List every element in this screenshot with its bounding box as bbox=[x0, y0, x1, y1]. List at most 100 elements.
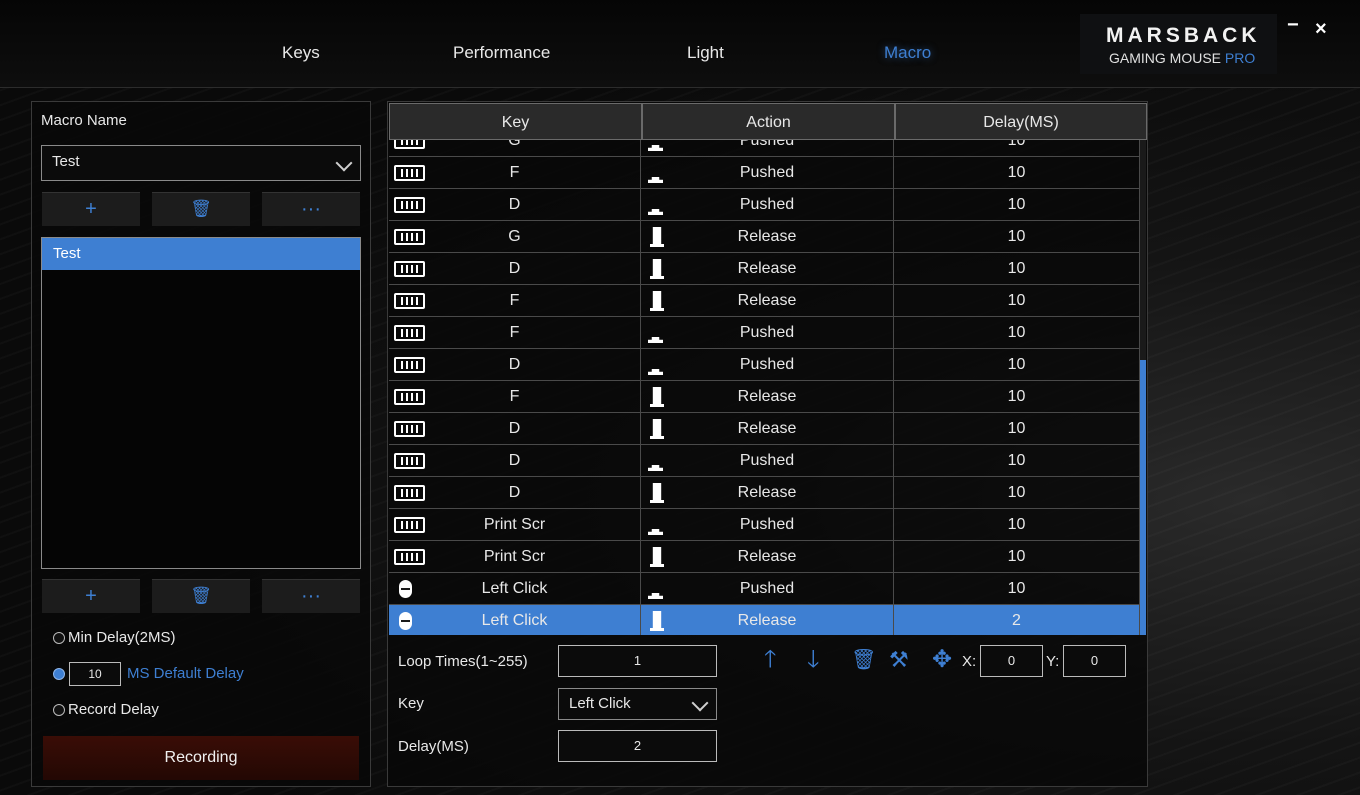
delay-cell: 10 bbox=[894, 317, 1140, 348]
action-cell: Release bbox=[641, 541, 894, 572]
delay-cell: 10 bbox=[894, 285, 1140, 316]
add-step-button[interactable]: + bbox=[42, 579, 140, 613]
tab-keys[interactable]: Keys bbox=[282, 43, 320, 63]
action-text: Release bbox=[737, 388, 797, 405]
key-cell: D bbox=[389, 477, 641, 508]
key-label: Key bbox=[398, 695, 424, 712]
scrollbar[interactable] bbox=[1140, 140, 1146, 635]
key-cell: Left Click bbox=[389, 605, 641, 635]
table-row[interactable]: G Release 10 bbox=[389, 221, 1140, 253]
table-row[interactable]: D Release 10 bbox=[389, 477, 1140, 509]
table-row[interactable]: D Pushed 10 bbox=[389, 189, 1140, 221]
key-pushed-icon bbox=[648, 465, 663, 471]
default-delay-input[interactable]: 10 bbox=[69, 662, 121, 686]
steps-list: G Pushed 10 F Pushed 10 D Pushed 10 G Release 10 D Re… bbox=[389, 140, 1140, 635]
x-input[interactable]: 0 bbox=[980, 645, 1043, 677]
keyboard-icon bbox=[394, 229, 425, 245]
tab-light[interactable]: Light bbox=[687, 43, 724, 63]
key-cell: F bbox=[389, 381, 641, 412]
table-row[interactable]: Left Click Pushed 10 bbox=[389, 573, 1140, 605]
delay-label: Delay(MS) bbox=[398, 738, 469, 755]
key-text: D bbox=[508, 484, 521, 501]
mouse-icon bbox=[399, 612, 412, 630]
key-cell: D bbox=[389, 349, 641, 380]
chevron-down-icon bbox=[691, 694, 709, 712]
delay-input[interactable]: 2 bbox=[558, 730, 717, 762]
action-text: Release bbox=[737, 548, 797, 565]
min-delay-radio[interactable] bbox=[53, 632, 65, 644]
key-pushed-icon bbox=[648, 369, 663, 375]
key-cell: F bbox=[389, 317, 641, 348]
move-up-icon[interactable]: 🡑 bbox=[764, 646, 776, 674]
action-cell: Pushed bbox=[641, 189, 894, 220]
move-down-icon[interactable]: 🡓 bbox=[807, 646, 819, 674]
y-input[interactable]: 0 bbox=[1063, 645, 1126, 677]
key-text: Left Click bbox=[481, 612, 548, 629]
loop-times-label: Loop Times(1~255) bbox=[398, 653, 528, 670]
key-select[interactable]: Left Click bbox=[558, 688, 717, 720]
record-delay-radio[interactable] bbox=[53, 704, 65, 716]
delay-cell: 10 bbox=[894, 445, 1140, 476]
key-text: F bbox=[509, 164, 520, 181]
scroll-thumb[interactable] bbox=[1140, 360, 1146, 635]
macro-name-label: Macro Name bbox=[41, 112, 127, 129]
table-row[interactable]: Print Scr Pushed 10 bbox=[389, 509, 1140, 541]
delay-cell: 10 bbox=[894, 413, 1140, 444]
key-select-value: Left Click bbox=[569, 695, 631, 712]
more-macro-button[interactable]: ··· bbox=[262, 192, 360, 226]
list-item[interactable]: Test bbox=[42, 238, 360, 270]
key-cell: D bbox=[389, 189, 641, 220]
delay-cell: 10 bbox=[894, 253, 1140, 284]
add-macro-button[interactable]: + bbox=[42, 192, 140, 226]
top-bar: Keys Performance Light Macro MARSBACK GA… bbox=[0, 0, 1360, 88]
tab-macro[interactable]: Macro bbox=[884, 43, 931, 63]
macro-list[interactable]: Test bbox=[41, 237, 361, 569]
delete-macro-button[interactable]: 🗑 bbox=[152, 192, 250, 226]
steps-table[interactable]: G Pushed 10 F Pushed 10 D Pushed 10 G Release 10 D Re… bbox=[389, 140, 1140, 635]
key-text: Print Scr bbox=[483, 548, 546, 565]
table-row[interactable]: D Pushed 10 bbox=[389, 349, 1140, 381]
key-cell: Left Click bbox=[389, 573, 641, 604]
loop-times-input[interactable]: 1 bbox=[558, 645, 717, 677]
macro-select[interactable]: Test bbox=[41, 145, 361, 181]
table-row[interactable]: F Pushed 10 bbox=[389, 317, 1140, 349]
more-step-button[interactable]: ··· bbox=[262, 579, 360, 613]
table-row[interactable]: G Pushed 10 bbox=[389, 140, 1140, 157]
clear-steps-icon[interactable]: ⚒ bbox=[889, 646, 909, 674]
key-text: D bbox=[508, 356, 521, 373]
action-cell: Pushed bbox=[641, 509, 894, 540]
delete-step-button[interactable]: 🗑 bbox=[152, 579, 250, 613]
recording-button[interactable]: Recording bbox=[43, 736, 359, 780]
table-header: Key Action Delay(MS) bbox=[389, 103, 1147, 140]
table-row[interactable]: D Release 10 bbox=[389, 253, 1140, 285]
action-text: Release bbox=[737, 484, 797, 501]
tab-performance[interactable]: Performance bbox=[453, 43, 550, 63]
action-cell: Pushed bbox=[641, 140, 894, 156]
key-text: D bbox=[508, 452, 521, 469]
delay-cell: 10 bbox=[894, 349, 1140, 380]
table-row[interactable]: F Release 10 bbox=[389, 285, 1140, 317]
delete-step-icon[interactable]: 🗑 bbox=[851, 646, 876, 674]
header-delay: Delay(MS) bbox=[895, 103, 1147, 140]
delay-cell: 10 bbox=[894, 221, 1140, 252]
table-row[interactable]: Left Click Release 2 bbox=[389, 605, 1140, 635]
key-text: G bbox=[508, 140, 521, 149]
key-text: Left Click bbox=[481, 580, 548, 597]
action-cell: Release bbox=[641, 381, 894, 412]
move-cursor-icon[interactable]: ✥ bbox=[932, 646, 952, 674]
key-cell: Print Scr bbox=[389, 541, 641, 572]
key-text: D bbox=[508, 420, 521, 437]
table-row[interactable]: D Pushed 10 bbox=[389, 445, 1140, 477]
action-cell: Release bbox=[641, 285, 894, 316]
table-row[interactable]: D Release 10 bbox=[389, 413, 1140, 445]
min-delay-label: Min Delay(2MS) bbox=[68, 629, 176, 646]
table-row[interactable]: Print Scr Release 10 bbox=[389, 541, 1140, 573]
action-text: Pushed bbox=[739, 324, 795, 341]
minimize-button[interactable]: − bbox=[1287, 14, 1299, 37]
close-button[interactable]: × bbox=[1315, 18, 1327, 41]
table-row[interactable]: F Release 10 bbox=[389, 381, 1140, 413]
table-row[interactable]: F Pushed 10 bbox=[389, 157, 1140, 189]
key-pushed-icon bbox=[648, 177, 663, 183]
keyboard-icon bbox=[394, 197, 425, 213]
default-delay-radio[interactable] bbox=[53, 668, 65, 680]
